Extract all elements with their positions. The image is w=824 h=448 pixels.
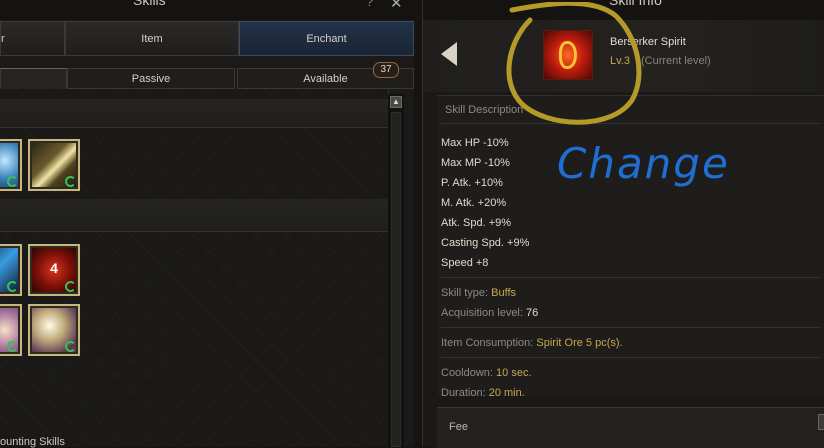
- skill-category-tabs: r Item Enchant: [0, 21, 414, 58]
- fee-expand-button[interactable]: [818, 414, 824, 430]
- auto-use-icon: [7, 341, 18, 352]
- auto-use-icon: [65, 176, 76, 187]
- effect-line: Speed +8: [441, 257, 489, 269]
- highlight-circle-annotation: [506, 2, 642, 125]
- mounting-skills-section[interactable]: ounting Skills: [0, 436, 65, 448]
- available-count-badge: 37: [373, 62, 399, 78]
- skill-slot[interactable]: 4: [28, 244, 80, 296]
- skill-list: 4: [0, 89, 389, 447]
- skill-slot[interactable]: [28, 139, 80, 191]
- scrollbar-track[interactable]: [391, 112, 401, 447]
- tab-available-label: Available: [303, 73, 348, 85]
- skill-slot[interactable]: [0, 304, 22, 356]
- skill-level-note: (Current level): [641, 55, 711, 67]
- divider: [441, 277, 821, 278]
- duration-label: Duration: [441, 387, 483, 399]
- cooldown-row: Cooldown: 10 sec.: [441, 367, 532, 379]
- tab-enchant-label: Enchant: [306, 33, 347, 45]
- back-arrow-icon[interactable]: [441, 42, 457, 66]
- skill-group-header[interactable]: [0, 199, 388, 232]
- change-annotation: Change: [557, 139, 730, 188]
- cooldown-value: 10 sec.: [496, 367, 532, 379]
- tab-passive-label: Passive: [131, 73, 171, 85]
- effect-line: M. Atk. +20%: [441, 197, 507, 209]
- skill-group-header[interactable]: [0, 99, 388, 128]
- change-annotation-text: Change: [557, 139, 730, 188]
- acquisition-level-value: 76: [526, 307, 539, 319]
- fee-section[interactable]: Fee: [437, 407, 824, 448]
- skills-window-header: Skills ? ✕: [0, 0, 414, 20]
- skill-subtabs: Passive Available: [0, 68, 414, 89]
- fee-label: Fee: [449, 421, 468, 433]
- acquisition-level-label: Acquisition level: [441, 307, 520, 319]
- effect-line: Atk. Spd. +9%: [441, 217, 512, 229]
- scroll-up-icon[interactable]: ▲: [390, 96, 402, 108]
- tab-item-label: Item: [141, 33, 163, 45]
- close-icon[interactable]: ✕: [390, 0, 403, 12]
- tab-item[interactable]: Item: [65, 21, 239, 56]
- effect-line: P. Atk. +10%: [441, 177, 503, 189]
- skill-list-scrollbar[interactable]: ▲: [388, 94, 404, 447]
- skill-type-row: Skill type: Buffs: [441, 287, 516, 299]
- auto-use-icon: [7, 281, 18, 292]
- effect-line: Casting Spd. +9%: [441, 237, 530, 249]
- skill-type-value: Buffs: [491, 287, 517, 299]
- skills-window: Skills ? ✕ r Item Enchant Passive Availa…: [0, 0, 414, 448]
- skill-level-number: 4: [50, 260, 58, 276]
- highlight-circle-stroke: [506, 2, 642, 125]
- skill-slot[interactable]: [28, 304, 80, 356]
- skill-type-label: Skill type: [441, 287, 486, 299]
- tab-active-skills[interactable]: r: [0, 21, 65, 56]
- help-icon[interactable]: ?: [366, 0, 373, 9]
- tab-passive[interactable]: Passive: [67, 68, 235, 89]
- tab-enchant[interactable]: Enchant: [239, 21, 414, 56]
- auto-use-icon: [65, 341, 76, 352]
- divider: [441, 357, 821, 358]
- auto-use-icon: [65, 281, 76, 292]
- effect-line: Max HP -10%: [441, 137, 509, 149]
- skill-slot[interactable]: [0, 244, 22, 296]
- item-consumption-row: Item Consumption: Spirit Ore 5 pc(s).: [441, 337, 623, 349]
- auto-use-icon: [7, 176, 18, 187]
- skills-window-title: Skills: [133, 0, 166, 8]
- item-consumption-label: Item Consumption: [441, 337, 531, 349]
- item-consumption-value: Spirit Ore 5 pc(s).: [536, 337, 623, 349]
- divider: [441, 327, 821, 328]
- duration-row: Duration: 20 min.: [441, 387, 525, 399]
- effect-line: Max MP -10%: [441, 157, 510, 169]
- acquisition-level-row: Acquisition level: 76: [441, 307, 538, 319]
- skill-slot[interactable]: [0, 139, 22, 191]
- tab-learned[interactable]: [0, 68, 67, 89]
- tab-active-skills-label: r: [1, 33, 5, 45]
- duration-value: 20 min.: [488, 387, 525, 399]
- cooldown-label: Cooldown: [441, 367, 490, 379]
